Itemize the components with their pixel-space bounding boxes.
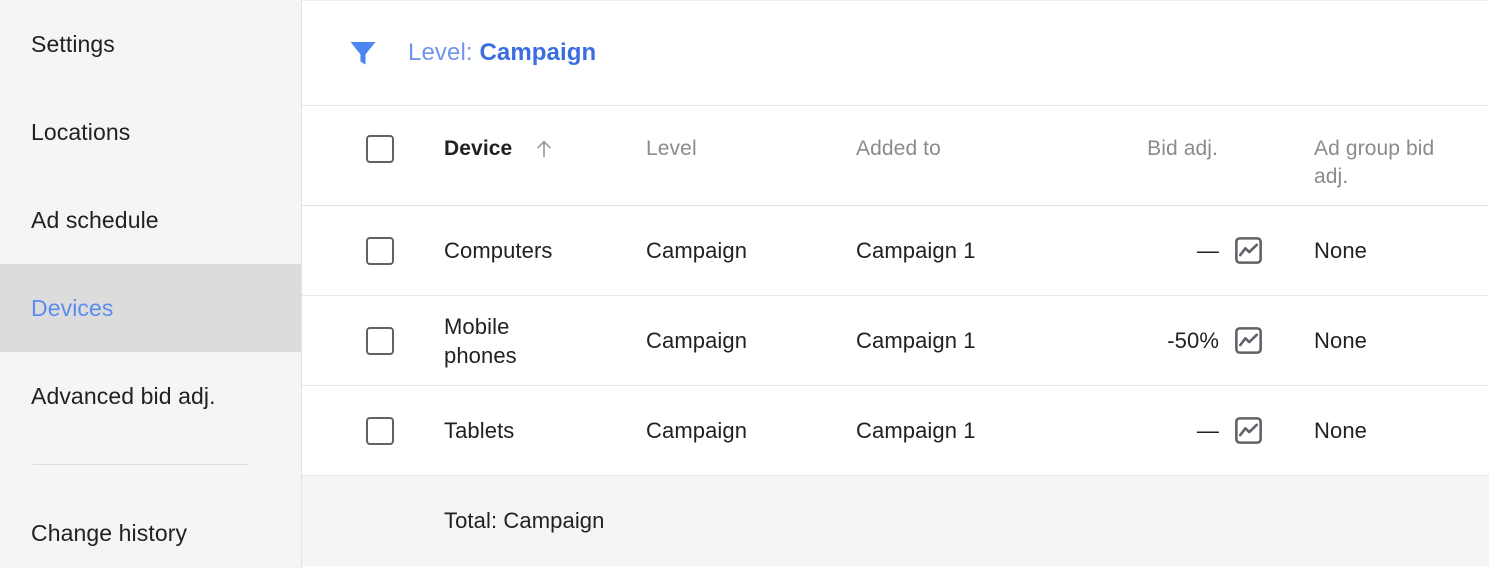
settings-devices-page: Settings Locations Ad schedule Devices A… (0, 0, 1489, 568)
sidebar-item-change-history[interactable]: Change history (0, 489, 301, 568)
row-cell-bid-adj: -50% (1106, 325, 1306, 356)
column-header-label-level: Level (646, 137, 697, 160)
sidebar-item-label: Devices (31, 294, 114, 321)
table-row[interactable]: Mobile phones Campaign Campaign 1 -50% N (302, 296, 1489, 386)
cell-text-added-to: Campaign 1 (856, 418, 976, 443)
cell-text-level: Campaign (646, 328, 748, 353)
column-header-label-device: Device (444, 137, 513, 160)
sidebar-item-label: Change history (31, 519, 188, 546)
row-cell-bid-adj: — (1106, 235, 1306, 266)
devices-table: Device Level Added to Bid adj. Ad group … (302, 106, 1489, 568)
cell-text-added-to: Campaign 1 (856, 328, 976, 353)
total-cell-label: Total: Campaign (444, 508, 1489, 534)
row-cell-added-to: Campaign 1 (856, 416, 1106, 445)
filter-chip-value: Campaign (479, 39, 597, 66)
sidebar-item-locations[interactable]: Locations (0, 88, 301, 176)
sidebar-item-ad-schedule[interactable]: Ad schedule (0, 176, 301, 264)
row-cell-device: Mobile phones (444, 312, 646, 370)
arrow-up-icon (537, 140, 552, 158)
row-cell-bid-adj: — (1106, 415, 1306, 446)
row-cell-checkbox (302, 236, 444, 265)
cell-text-bid-adj: — (1196, 238, 1219, 263)
cell-text-ad-group-bid-adj: None (1314, 238, 1367, 263)
header-cell-checkbox (302, 106, 444, 163)
filter-funnel-icon[interactable] (346, 36, 380, 70)
column-header-label-ad-group-bid-adj: Ad group bid adj. (1314, 137, 1435, 188)
cell-text-bid-adj: — (1196, 418, 1219, 443)
cell-text-device: Computers (444, 238, 553, 263)
row-cell-ad-group-bid-adj: None (1306, 236, 1489, 265)
row-cell-added-to: Campaign 1 (856, 326, 1106, 355)
row-select-checkbox[interactable] (366, 326, 394, 355)
row-cell-ad-group-bid-adj: None (1306, 416, 1489, 445)
header-cell-level[interactable]: Level (646, 106, 856, 163)
table-header-row: Device Level Added to Bid adj. Ad group … (302, 106, 1489, 206)
settings-sidebar: Settings Locations Ad schedule Devices A… (0, 0, 302, 568)
header-cell-added-to[interactable]: Added to (856, 106, 1106, 163)
sidebar-item-label: Settings (31, 30, 115, 57)
cell-text-device: Mobile phones (444, 313, 517, 368)
row-cell-device: Computers (444, 236, 646, 265)
chart-icon[interactable] (1233, 325, 1264, 356)
sidebar-divider (33, 464, 249, 465)
chart-icon[interactable] (1233, 415, 1264, 446)
sidebar-item-label: Ad schedule (31, 206, 159, 233)
select-all-checkbox[interactable] (366, 135, 394, 163)
sidebar-item-label: Advanced bid adj. (31, 382, 216, 409)
sidebar-item-settings[interactable]: Settings (0, 0, 301, 88)
row-cell-device: Tablets (444, 416, 646, 445)
cell-text-device: Tablets (444, 418, 515, 443)
column-header-label-added-to: Added to (856, 137, 941, 160)
row-cell-checkbox (302, 416, 444, 445)
total-row-label: Total: Campaign (444, 508, 605, 533)
cell-text-ad-group-bid-adj: None (1314, 418, 1367, 443)
header-cell-device[interactable]: Device (444, 106, 646, 163)
header-cell-ad-group-bid-adj[interactable]: Ad group bid adj. (1306, 106, 1489, 191)
row-cell-ad-group-bid-adj: None (1306, 326, 1489, 355)
cell-text-level: Campaign (646, 238, 748, 263)
column-header-label-bid-adj: Bid adj. (1147, 137, 1218, 160)
filter-chip-level[interactable]: Level: Campaign (408, 39, 596, 67)
cell-text-ad-group-bid-adj: None (1314, 328, 1367, 353)
filter-chip-label: Level: (408, 39, 473, 66)
filter-bar: Level: Campaign (302, 1, 1489, 106)
cell-text-level: Campaign (646, 418, 748, 443)
table-row[interactable]: Computers Campaign Campaign 1 — None (302, 206, 1489, 296)
chart-icon[interactable] (1233, 235, 1264, 266)
header-cell-bid-adj[interactable]: Bid adj. (1106, 106, 1306, 163)
row-cell-level: Campaign (646, 416, 856, 445)
sidebar-item-label: Locations (31, 118, 131, 145)
cell-text-added-to: Campaign 1 (856, 238, 976, 263)
row-cell-checkbox (302, 326, 444, 355)
sidebar-item-devices[interactable]: Devices (0, 264, 301, 352)
row-cell-level: Campaign (646, 236, 856, 265)
row-select-checkbox[interactable] (366, 416, 394, 445)
row-select-checkbox[interactable] (366, 236, 394, 265)
row-cell-level: Campaign (646, 326, 856, 355)
devices-main-panel: Level: Campaign Device Level Added to Bi… (302, 0, 1489, 568)
table-total-row: Total: Campaign (302, 476, 1489, 566)
cell-text-bid-adj: -50% (1167, 328, 1219, 353)
row-cell-added-to: Campaign 1 (856, 236, 1106, 265)
table-row[interactable]: Tablets Campaign Campaign 1 — None (302, 386, 1489, 476)
sidebar-item-advanced-bid-adj[interactable]: Advanced bid adj. (0, 352, 301, 440)
